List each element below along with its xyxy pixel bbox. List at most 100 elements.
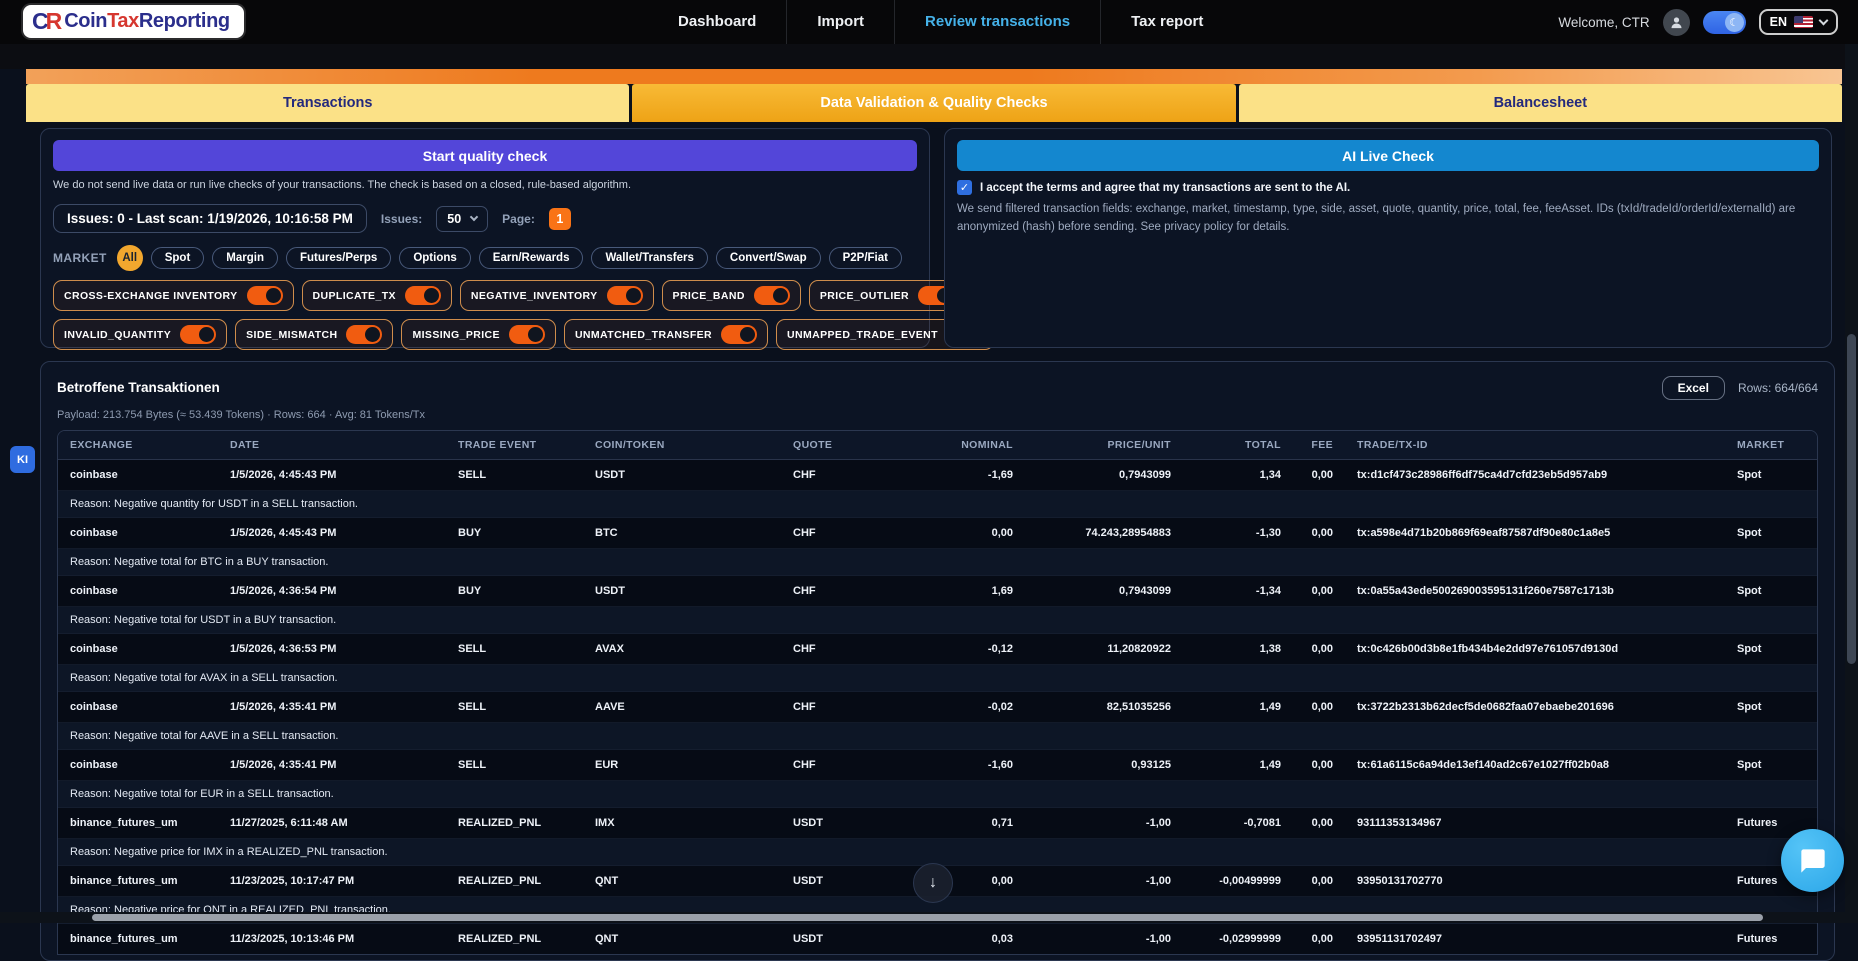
col-fee: FEE [1293, 431, 1345, 460]
check-toggle-chip[interactable]: NEGATIVE_INVENTORY [460, 280, 654, 311]
market-filter-chip[interactable]: Earn/Rewards [479, 247, 584, 269]
nav-item[interactable]: Review transactions [894, 0, 1100, 44]
cell-total: 1,49 [1183, 750, 1293, 781]
toggle-knob [626, 288, 641, 303]
cell-price-unit: -1,00 [1025, 808, 1183, 839]
page-number-badge[interactable]: 1 [549, 208, 571, 230]
cell-fee: 0,00 [1293, 924, 1345, 955]
issues-per-page-value: 50 [447, 212, 461, 226]
ki-side-badge[interactable]: KI [10, 446, 35, 473]
ai-consent-row: ✓ I accept the terms and agree that my t… [957, 180, 1819, 195]
cell-coin-token: QNT [583, 866, 781, 897]
market-filter-chip[interactable]: Spot [151, 247, 205, 269]
page-label: Page: [502, 212, 535, 226]
table-row[interactable]: coinbase 1/5/2026, 4:36:53 PM SELL AVAX … [58, 634, 1818, 665]
check-toggle-chip[interactable]: DUPLICATE_TX [302, 280, 452, 311]
toggle-on-switch[interactable] [721, 325, 757, 344]
toggle-on-switch[interactable] [405, 286, 441, 305]
nav-item[interactable]: Dashboard [648, 0, 786, 44]
toggle-on-switch[interactable] [346, 325, 382, 344]
start-quality-check-button[interactable]: Start quality check [53, 140, 917, 171]
cell-fee: 0,00 [1293, 866, 1345, 897]
issues-per-page-select[interactable]: 50 [436, 206, 488, 232]
market-filter-chip[interactable]: P2P/Fiat [829, 247, 902, 269]
app-logo[interactable]: CR CoinTaxReporting [23, 5, 244, 38]
reason-text: Reason: Negative total for AAVE in a SEL… [58, 723, 1818, 750]
excel-export-button[interactable]: Excel [1662, 376, 1725, 400]
toggle-on-switch[interactable] [180, 325, 216, 344]
market-filter-chip[interactable]: Wallet/Transfers [591, 247, 707, 269]
app-title: CoinTaxReporting [64, 10, 229, 33]
cell-fee: 0,00 [1293, 692, 1345, 723]
chat-widget-button[interactable] [1781, 829, 1844, 892]
cell-exchange: coinbase [58, 692, 218, 723]
horizontal-scrollbar-thumb[interactable] [92, 914, 1763, 921]
table-header-bar: Betroffene Transaktionen Excel Rows: 664… [57, 376, 1818, 400]
scan-summary: Issues: 0 - Last scan: 1/19/2026, 10:16:… [53, 204, 367, 233]
tab[interactable]: Transactions [26, 84, 629, 122]
check-toggle-chip[interactable]: PRICE_OUTLIER [809, 280, 965, 311]
check-toggle-chip[interactable]: CROSS-EXCHANGE INVENTORY [53, 280, 294, 311]
cell-nominal: -1,69 [901, 460, 1025, 491]
market-filter-chip[interactable]: Futures/Perps [286, 247, 391, 269]
market-filter-chip[interactable]: Margin [212, 247, 278, 269]
col-coin-token: COIN/TOKEN [583, 431, 781, 460]
table-row[interactable]: binance_futures_um 11/23/2025, 10:13:46 … [58, 924, 1818, 955]
nav-item[interactable]: Import [786, 0, 894, 44]
cell-quote: CHF [781, 576, 901, 607]
check-toggle-chip[interactable]: PRICE_BAND [662, 280, 801, 311]
reason-row: Reason: Negative total for BTC in a BUY … [58, 549, 1818, 576]
chevron-down-icon [1819, 16, 1829, 26]
check-toggle-chip[interactable]: SIDE_MISMATCH [235, 319, 393, 350]
toggle-on-switch[interactable] [247, 286, 283, 305]
check-toggle-chip[interactable]: UNMATCHED_TRANSFER [564, 319, 768, 350]
reason-row: Reason: Negative total for AAVE in a SEL… [58, 723, 1818, 750]
cell-trade-tx-id: tx:3722b2313b62decf5de0682faa07ebaebe201… [1345, 692, 1725, 723]
check-toggle-chip[interactable]: MISSING_PRICE [401, 319, 555, 350]
consent-checkbox[interactable]: ✓ [957, 180, 972, 195]
cell-coin-token: USDT [583, 576, 781, 607]
consent-text: I accept the terms and agree that my tra… [980, 182, 1350, 194]
table-row[interactable]: coinbase 1/5/2026, 4:45:43 PM SELL USDT … [58, 460, 1818, 491]
check-toggles-row-1: CROSS-EXCHANGE INVENTORY DUPLICATE_TX NE… [53, 280, 917, 311]
tab[interactable]: Balancesheet [1239, 84, 1842, 122]
scroll-down-button[interactable]: ↓ [913, 863, 953, 903]
cell-nominal: 1,69 [901, 576, 1025, 607]
vertical-scrollbar-thumb[interactable] [1847, 334, 1856, 664]
cell-trade-tx-id: 93951131702497 [1345, 924, 1725, 955]
cell-exchange: coinbase [58, 518, 218, 549]
reason-text: Reason: Negative quantity for USDT in a … [58, 491, 1818, 518]
avatar[interactable] [1663, 9, 1690, 36]
cell-market: Futures [1725, 924, 1818, 955]
dark-mode-toggle[interactable]: ☾ [1703, 11, 1746, 34]
table-row[interactable]: coinbase 1/5/2026, 4:36:54 PM BUY USDT C… [58, 576, 1818, 607]
reason-row: Reason: Negative total for AVAX in a SEL… [58, 665, 1818, 692]
check-label: NEGATIVE_INVENTORY [471, 290, 598, 302]
cell-quote: CHF [781, 460, 901, 491]
table-row[interactable]: coinbase 1/5/2026, 4:35:41 PM SELL EUR C… [58, 750, 1818, 781]
ai-live-check-button[interactable]: AI Live Check [957, 140, 1819, 171]
nav-item[interactable]: Tax report [1100, 0, 1233, 44]
table-header-row: EXCHANGE DATE TRADE EVENT COIN/TOKEN QUO… [58, 431, 1818, 460]
market-filter-chip[interactable]: Options [399, 247, 470, 269]
language-selector[interactable]: EN [1759, 9, 1838, 35]
cell-coin-token: AAVE [583, 692, 781, 723]
toggle-on-switch[interactable] [607, 286, 643, 305]
tab[interactable]: Data Validation & Quality Checks [632, 84, 1235, 122]
market-filter-chip[interactable]: Convert/Swap [716, 247, 821, 269]
toggle-on-switch[interactable] [754, 286, 790, 305]
cell-trade-event: SELL [446, 634, 583, 665]
cell-exchange: binance_futures_um [58, 924, 218, 955]
table-row[interactable]: coinbase 1/5/2026, 4:45:43 PM BUY BTC CH… [58, 518, 1818, 549]
cell-quote: USDT [781, 808, 901, 839]
cell-fee: 0,00 [1293, 808, 1345, 839]
table-row[interactable]: coinbase 1/5/2026, 4:35:41 PM SELL AAVE … [58, 692, 1818, 723]
market-filter-chip[interactable]: All [117, 245, 143, 271]
toggle-on-switch[interactable] [509, 325, 545, 344]
table-row[interactable]: binance_futures_um 11/27/2025, 6:11:48 A… [58, 808, 1818, 839]
market-chips: All Spot Margin Futures/Perps Options Ea… [117, 245, 902, 271]
cell-trade-event: BUY [446, 518, 583, 549]
check-toggle-chip[interactable]: INVALID_QUANTITY [53, 319, 227, 350]
toggle-knob [773, 288, 788, 303]
cell-trade-tx-id: tx:0c426b00d3b8e1fb434b4e2dd97e761057d91… [1345, 634, 1725, 665]
